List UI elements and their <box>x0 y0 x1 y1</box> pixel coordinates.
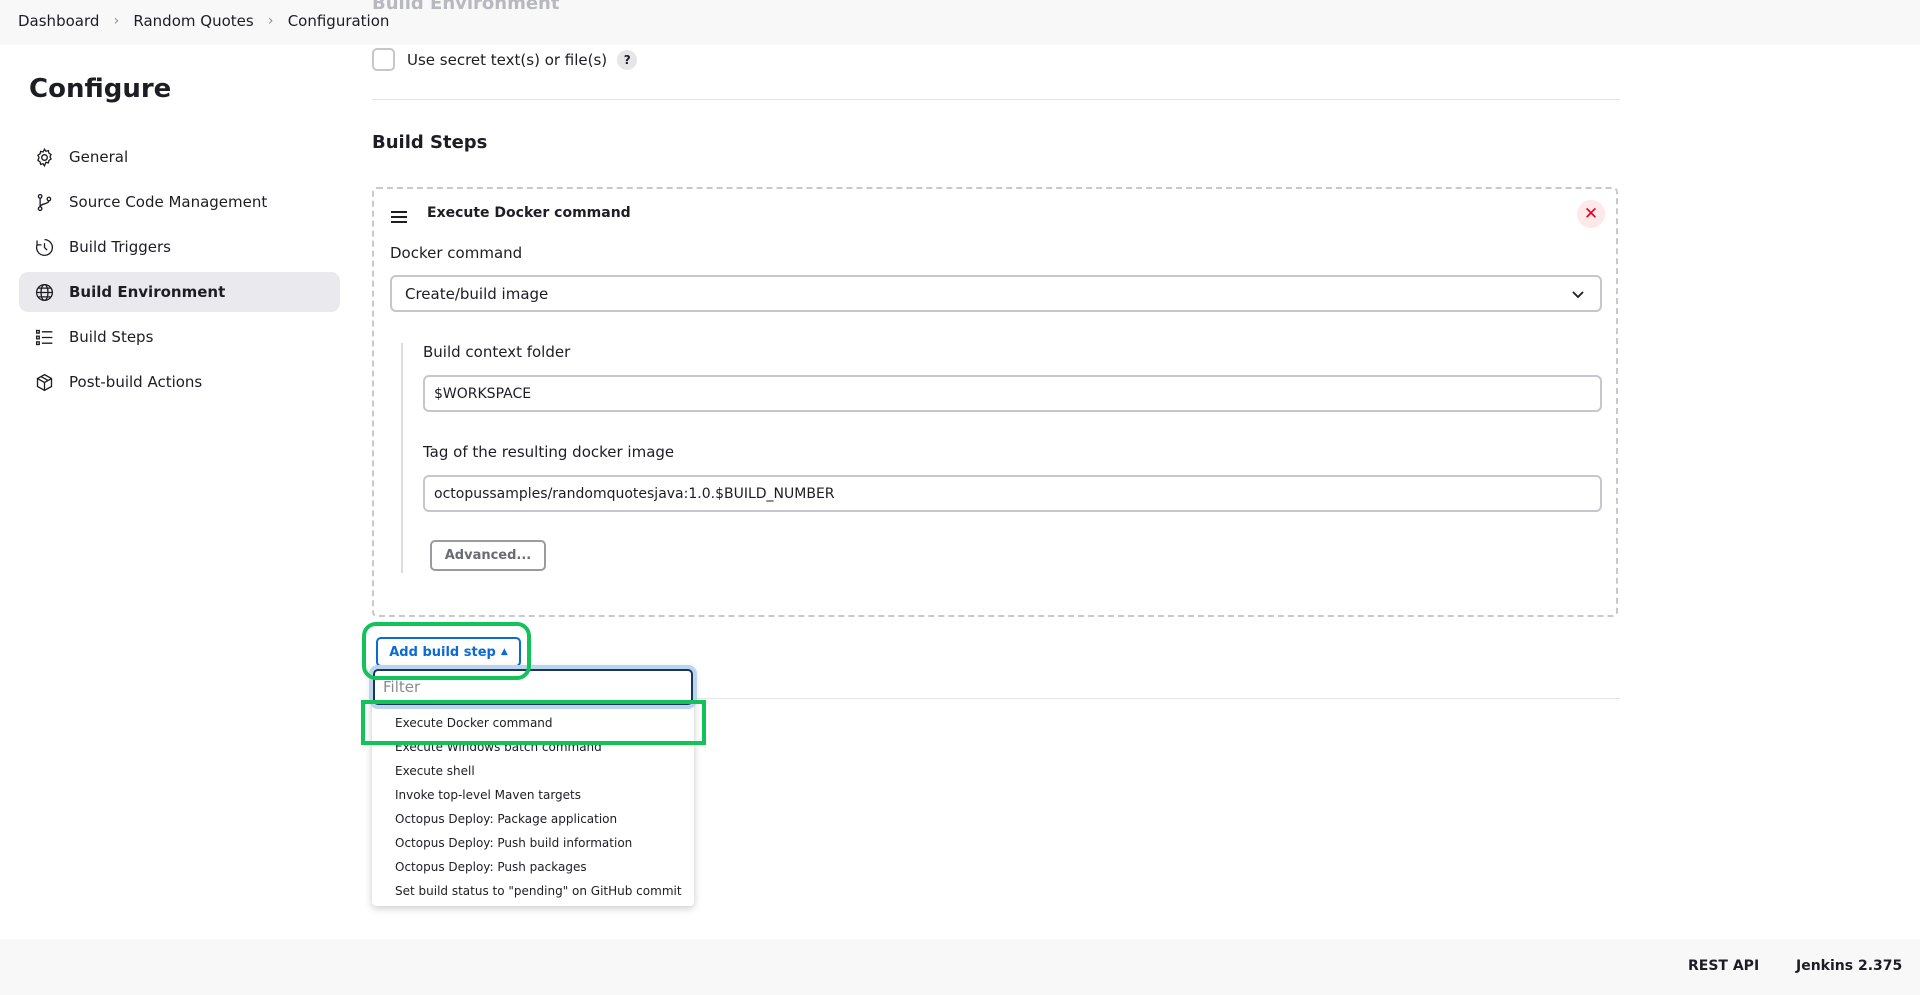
menu-item-execute-docker-command[interactable]: Execute Docker command <box>372 711 694 735</box>
subsection-rule <box>401 343 403 573</box>
image-tag-label: Tag of the resulting docker image <box>423 443 675 461</box>
sidebar-item-build-triggers[interactable]: Build Triggers <box>19 227 340 267</box>
section-divider <box>372 99 1620 100</box>
menu-item-github-pending[interactable]: Set build status to "pending" on GitHub … <box>372 879 694 903</box>
add-build-step-button[interactable]: Add build step ▲ <box>376 637 521 667</box>
sidebar-item-label: Build Steps <box>69 328 154 346</box>
secret-option-row: Use secret text(s) or file(s) ? <box>372 48 638 71</box>
caret-up-icon: ▲ <box>500 647 508 657</box>
menu-item-octopus-package[interactable]: Octopus Deploy: Package application <box>372 807 694 831</box>
breadcrumb-dashboard[interactable]: Dashboard <box>18 12 99 30</box>
menu-item-octopus-push-packages[interactable]: Octopus Deploy: Push packages <box>372 855 694 879</box>
build-step-card: Execute Docker command ✕ Docker command … <box>372 187 1618 617</box>
menu-item-octopus-build-info[interactable]: Octopus Deploy: Push build information <box>372 831 694 855</box>
gear-icon <box>33 146 55 168</box>
add-build-step-label: Add build step <box>389 644 496 660</box>
sidebar-item-source-code-management[interactable]: Source Code Management <box>19 182 340 222</box>
filter-input[interactable]: Filter <box>373 669 693 705</box>
build-step-title: Execute Docker command <box>427 205 631 221</box>
sidebar-item-build-environment[interactable]: Build Environment <box>19 272 340 312</box>
list-icon <box>33 326 55 348</box>
use-secret-checkbox[interactable] <box>372 48 395 71</box>
menu-item-invoke-maven[interactable]: Invoke top-level Maven targets <box>372 783 694 807</box>
globe-icon <box>33 281 55 303</box>
breadcrumb-random-quotes[interactable]: Random Quotes <box>133 12 253 30</box>
drag-handle-icon[interactable] <box>391 211 407 226</box>
build-context-folder-input[interactable]: $WORKSPACE <box>423 375 1602 412</box>
build-step-dropdown: Filter Execute Docker command Execute Wi… <box>372 667 694 906</box>
image-tag-value: octopussamples/randomquotesjava:1.0.$BUI… <box>434 485 835 502</box>
package-icon <box>33 371 55 393</box>
chevron-right-icon: › <box>267 13 274 29</box>
sidebar-item-label: Post-build Actions <box>69 373 203 391</box>
build-step-menu: Execute Docker command Execute Windows b… <box>372 711 694 903</box>
menu-item-execute-windows-batch[interactable]: Execute Windows batch command <box>372 735 694 759</box>
clock-icon <box>33 236 55 258</box>
chevron-down-icon <box>1572 291 1584 299</box>
docker-command-value: Create/build image <box>405 284 549 303</box>
sidebar-item-post-build-actions[interactable]: Post-build Actions <box>19 362 340 402</box>
version-link[interactable]: Jenkins 2.375 <box>1796 958 1902 974</box>
page-title: Configure <box>29 74 172 104</box>
sidebar-nav: General Source Code Management Build Tri… <box>19 137 340 407</box>
sidebar-item-label: General <box>69 148 129 166</box>
sidebar-item-build-steps[interactable]: Build Steps <box>19 317 340 357</box>
section-title-build-steps: Build Steps <box>372 132 488 153</box>
top-bar: Dashboard › Random Quotes › Configuratio… <box>0 0 1920 45</box>
advanced-button[interactable]: Advanced... <box>430 540 546 571</box>
section-title-build-environment: Build Environment <box>372 0 560 14</box>
branch-icon <box>33 191 55 213</box>
docker-command-select[interactable]: Create/build image <box>390 275 1602 312</box>
sidebar-item-label: Source Code Management <box>69 193 268 211</box>
sidebar-item-label: Build Environment <box>69 283 226 301</box>
use-secret-label: Use secret text(s) or file(s) <box>407 50 608 69</box>
sidebar-item-label: Build Triggers <box>69 238 171 256</box>
help-icon[interactable]: ? <box>617 49 638 70</box>
breadcrumb-configuration[interactable]: Configuration <box>288 12 390 30</box>
rest-api-link[interactable]: REST API <box>1688 958 1759 974</box>
sidebar-item-general[interactable]: General <box>19 137 340 177</box>
build-context-folder-label: Build context folder <box>423 343 571 361</box>
build-context-folder-value: $WORKSPACE <box>434 385 532 402</box>
footer: REST API Jenkins 2.375 <box>0 939 1920 995</box>
chevron-right-icon: › <box>113 13 120 29</box>
docker-command-label: Docker command <box>390 244 523 262</box>
menu-item-execute-shell[interactable]: Execute shell <box>372 759 694 783</box>
image-tag-input[interactable]: octopussamples/randomquotesjava:1.0.$BUI… <box>423 475 1602 512</box>
breadcrumb: Dashboard › Random Quotes › Configuratio… <box>18 12 389 30</box>
close-icon[interactable]: ✕ <box>1577 200 1605 228</box>
